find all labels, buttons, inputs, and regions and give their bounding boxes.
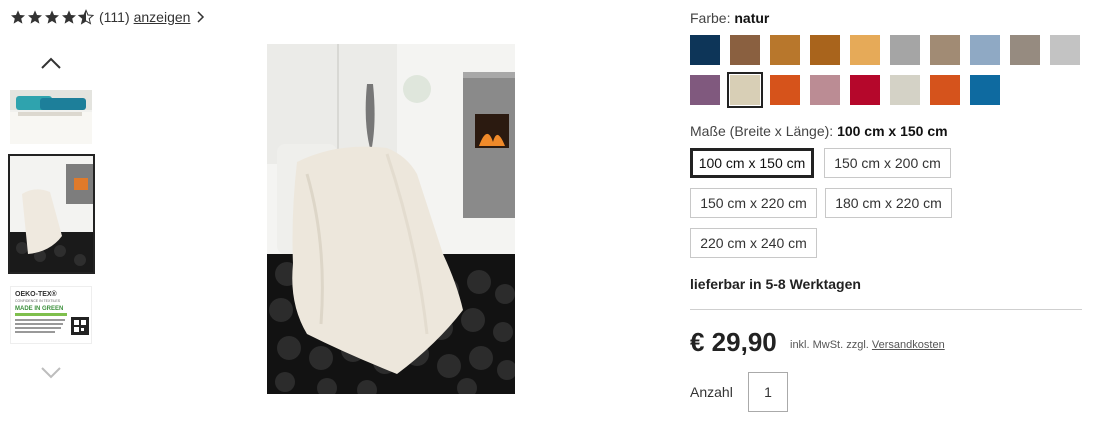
color-swatch-4[interactable] — [810, 35, 840, 65]
price-note-text: inkl. MwSt. zzgl. — [790, 339, 869, 351]
size-option-100x150[interactable]: 100 cm x 150 cm — [690, 148, 814, 178]
color-swatch-8[interactable] — [970, 35, 1000, 65]
color-swatch-1[interactable] — [690, 35, 720, 65]
size-label: Maße (Breite x Länge): 100 cm x 150 cm — [690, 123, 948, 139]
color-swatch-12[interactable] — [727, 72, 763, 108]
oeko-tex-logo: OEKO-TEX® CONFIDENCE IN TEXTILES MADE IN… — [11, 287, 91, 343]
price-note: inkl. MwSt. zzgl. Versandkosten — [790, 339, 945, 351]
color-swatch-17[interactable] — [930, 75, 960, 105]
color-swatch-16[interactable] — [890, 75, 920, 105]
thumbnail-folded-blankets-image — [10, 90, 92, 144]
selected-size-name: 100 cm x 150 cm — [837, 123, 948, 139]
color-swatch-3[interactable] — [770, 35, 800, 65]
color-swatch-15[interactable] — [850, 75, 880, 105]
color-label-text: Farbe: — [690, 10, 731, 26]
star-full-icon — [11, 10, 25, 24]
rating-stars — [10, 9, 94, 25]
color-swatch-7[interactable] — [930, 35, 960, 65]
color-label: Farbe: natur — [690, 10, 769, 26]
color-swatch-13[interactable] — [770, 75, 800, 105]
selected-color-name: natur — [734, 10, 770, 26]
size-option-150x220[interactable]: 150 cm x 220 cm — [690, 188, 817, 218]
star-full-icon — [62, 10, 76, 24]
svg-text:CONFIDENCE IN TEXTILES: CONFIDENCE IN TEXTILES — [15, 299, 61, 303]
size-option-180x220[interactable]: 180 cm x 220 cm — [825, 188, 952, 218]
color-swatch-11[interactable] — [690, 75, 720, 105]
color-swatch-6[interactable] — [890, 35, 920, 65]
color-swatch-2[interactable] — [730, 35, 760, 65]
chevron-down-icon[interactable] — [40, 366, 62, 380]
price: € 29,90 — [690, 327, 777, 357]
reviews-link[interactable]: anzeigen — [134, 9, 191, 25]
star-full-icon — [45, 10, 59, 24]
shipping-costs-link[interactable]: Versandkosten — [872, 339, 945, 351]
chevron-up-icon[interactable] — [40, 56, 62, 70]
blanket-product-photo — [267, 44, 515, 394]
size-label-text: Maße (Breite x Länge): — [690, 123, 834, 139]
quantity-label: Anzahl — [690, 384, 733, 400]
svg-text:OEKO-TEX®: OEKO-TEX® — [15, 290, 58, 298]
color-swatch-10[interactable] — [1050, 35, 1080, 65]
divider — [690, 309, 1082, 310]
thumbnail-image-2[interactable] — [8, 154, 95, 274]
size-option-220x240[interactable]: 220 cm x 240 cm — [690, 228, 817, 258]
thumbnail-blanket-room-image — [10, 156, 93, 272]
star-full-icon — [28, 10, 42, 24]
star-half-icon — [78, 9, 94, 25]
main-product-image[interactable] — [267, 44, 515, 394]
color-swatch-5[interactable] — [850, 35, 880, 65]
chevron-right-icon[interactable] — [196, 10, 206, 24]
rating-row: (111) anzeigen — [10, 9, 206, 25]
thumbnail-oeko-tex-label[interactable]: OEKO-TEX® CONFIDENCE IN TEXTILES MADE IN… — [10, 286, 92, 344]
delivery-status: lieferbar in 5-8 Werktagen — [690, 276, 861, 292]
quantity-input[interactable]: 1 — [748, 372, 788, 412]
color-swatch-18[interactable] — [970, 75, 1000, 105]
thumbnail-image-1[interactable] — [10, 90, 92, 144]
rating-count: (111) — [99, 9, 130, 25]
svg-text:MADE IN GREEN: MADE IN GREEN — [15, 306, 63, 312]
color-swatch-9[interactable] — [1010, 35, 1040, 65]
size-option-150x200[interactable]: 150 cm x 200 cm — [824, 148, 951, 178]
color-swatch-14[interactable] — [810, 75, 840, 105]
